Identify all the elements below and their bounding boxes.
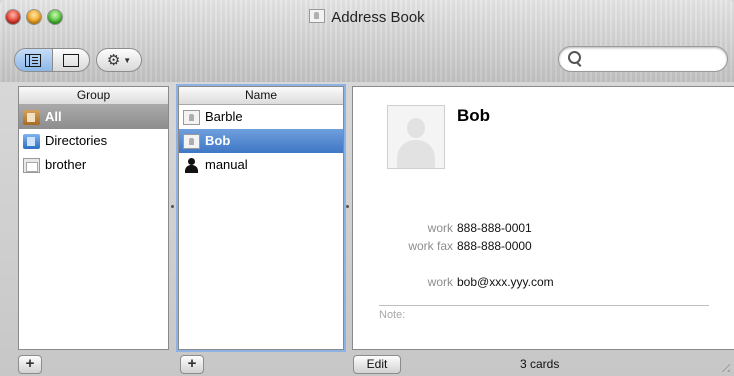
action-menu-button[interactable]: ⚙ ▼	[96, 48, 142, 72]
search-icon	[568, 51, 581, 64]
name-item-label: Barble	[205, 109, 243, 124]
phone-field-work: work 888-888-0001	[353, 220, 734, 236]
note-divider	[379, 305, 709, 306]
group-item-label: All	[45, 109, 62, 124]
field-label: work	[427, 275, 453, 289]
name-list: Name Barble Bob manual	[178, 86, 344, 350]
gear-icon: ⚙	[106, 52, 121, 69]
pane-splitter-handle[interactable]	[346, 205, 349, 208]
group-item-directories[interactable]: Directories	[19, 129, 168, 153]
address-book-icon	[309, 9, 326, 23]
field-label: work fax	[408, 239, 453, 253]
name-column-header[interactable]: Name	[179, 87, 343, 105]
group-item-all[interactable]: All	[19, 105, 168, 129]
group-item-brother[interactable]: brother	[19, 153, 168, 177]
name-item-manual[interactable]: manual	[179, 153, 343, 177]
group-list: Group All Directories brother	[18, 86, 169, 350]
card-view-button[interactable]	[53, 49, 90, 71]
contact-photo[interactable]	[387, 105, 445, 169]
note-field[interactable]: Note:	[379, 309, 405, 321]
field-value[interactable]: 888-888-0001	[457, 220, 532, 236]
address-book-window: Address Book ⚙ ▼ Group All Directories br…	[0, 0, 734, 376]
field-value[interactable]: bob@xxx.yyy.com	[457, 274, 554, 290]
contact-name: Bob	[457, 106, 491, 125]
name-item-barble[interactable]: Barble	[179, 105, 343, 129]
add-card-button[interactable]: +	[180, 355, 204, 374]
window-title-bar: Address Book	[0, 9, 734, 26]
name-item-label: manual	[205, 157, 248, 172]
card-icon	[183, 109, 200, 125]
group-column-header[interactable]: Group	[19, 87, 168, 105]
columns-view-button[interactable]	[15, 49, 53, 71]
edit-button[interactable]: Edit	[353, 355, 401, 374]
card-view-icon	[62, 53, 79, 67]
name-item-bob[interactable]: Bob	[179, 129, 343, 153]
name-item-label: Bob	[205, 133, 231, 148]
contact-card: Bob work 888-888-0001 work fax 888-888-0…	[352, 86, 734, 350]
group-icon	[23, 157, 40, 173]
group-item-label: Directories	[45, 133, 108, 148]
folder-icon	[23, 109, 40, 125]
add-group-button[interactable]: +	[18, 355, 42, 374]
phone-field-work-fax: work fax 888-888-0000	[353, 238, 734, 254]
field-label: work	[427, 221, 453, 235]
card-count: 3 cards	[520, 357, 560, 371]
view-segmented-control	[14, 48, 90, 72]
search-field[interactable]	[558, 46, 728, 72]
card-icon	[183, 133, 200, 149]
columns-view-icon	[25, 53, 42, 67]
person-icon	[183, 157, 200, 173]
email-field-work: work bob@xxx.yyy.com	[353, 274, 734, 290]
group-item-label: brother	[45, 157, 87, 172]
window-title: Address Book	[331, 9, 425, 26]
directory-icon	[23, 133, 40, 149]
pane-splitter-handle[interactable]	[171, 205, 174, 208]
field-value[interactable]: 888-888-0000	[457, 238, 532, 254]
resize-grip-icon[interactable]	[718, 360, 730, 372]
chevron-down-icon: ▼	[123, 55, 132, 65]
